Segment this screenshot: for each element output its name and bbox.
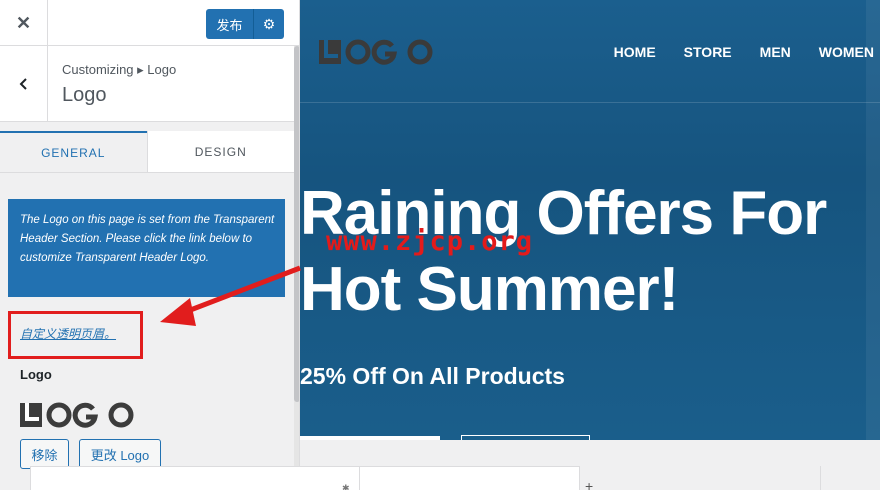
close-customizer-button[interactable]: ✕ <box>0 0 48 46</box>
hero-title-line-2: Hot Summer! <box>300 255 679 324</box>
publish-settings-button[interactable]: ⚙ <box>254 9 284 39</box>
hero-section: HOME STORE MEN WOMEN Raining Offers For … <box>300 0 880 440</box>
close-icon: ✕ <box>15 12 32 33</box>
panel-tabs: GENERAL DESIGN <box>0 131 294 173</box>
hero-subtitle: 25% Off On All Products <box>300 363 565 389</box>
nav-item-home[interactable]: HOME <box>614 44 656 60</box>
customizer-panel: ✕ 发布 ⚙ Customizing ▸ Logo Logo GENERAL D… <box>0 0 300 490</box>
site-navigation: HOME STORE MEN WOMEN <box>614 44 880 60</box>
bullet-icon: ✱ <box>342 483 350 490</box>
breadcrumb: Customizing ▸ Logo <box>62 62 177 77</box>
content-card-column <box>519 466 821 490</box>
logo-preview-image <box>20 402 134 428</box>
plus-icon[interactable]: + <box>585 478 593 490</box>
publish-button[interactable]: 发布 <box>206 9 254 39</box>
site-preview: HOME STORE MEN WOMEN Raining Offers For … <box>300 0 880 490</box>
site-logo[interactable] <box>318 37 436 67</box>
section-title: Logo <box>62 84 107 106</box>
nav-item-store[interactable]: STORE <box>684 44 732 60</box>
transparent-header-notice: The Logo on this page is set from the Tr… <box>8 199 285 297</box>
preview-scrollbar[interactable] <box>866 0 880 440</box>
publish-group: 发布 ⚙ <box>206 9 284 39</box>
content-card <box>30 466 580 490</box>
remove-logo-button[interactable]: 移除 <box>20 439 69 469</box>
section-header: Customizing ▸ Logo Logo <box>0 46 294 122</box>
back-button[interactable] <box>0 46 48 122</box>
customizer-topbar: ✕ 发布 ⚙ <box>0 0 299 46</box>
tab-general[interactable]: GENERAL <box>0 131 147 172</box>
logo-control-label: Logo <box>20 367 52 382</box>
chevron-left-icon <box>19 78 27 90</box>
nav-item-men[interactable]: MEN <box>760 44 791 60</box>
tab-design[interactable]: DESIGN <box>146 131 294 172</box>
watermark-text: www.zjcp.org <box>326 226 534 257</box>
header-divider <box>300 102 880 103</box>
gear-icon: ⚙ <box>262 15 276 32</box>
customize-transparent-header-link[interactable]: 自定义透明页眉。 <box>20 325 116 342</box>
customizer-screen: ✕ 发布 ⚙ Customizing ▸ Logo Logo GENERAL D… <box>0 0 880 490</box>
change-logo-button[interactable]: 更改 Logo <box>79 439 161 469</box>
